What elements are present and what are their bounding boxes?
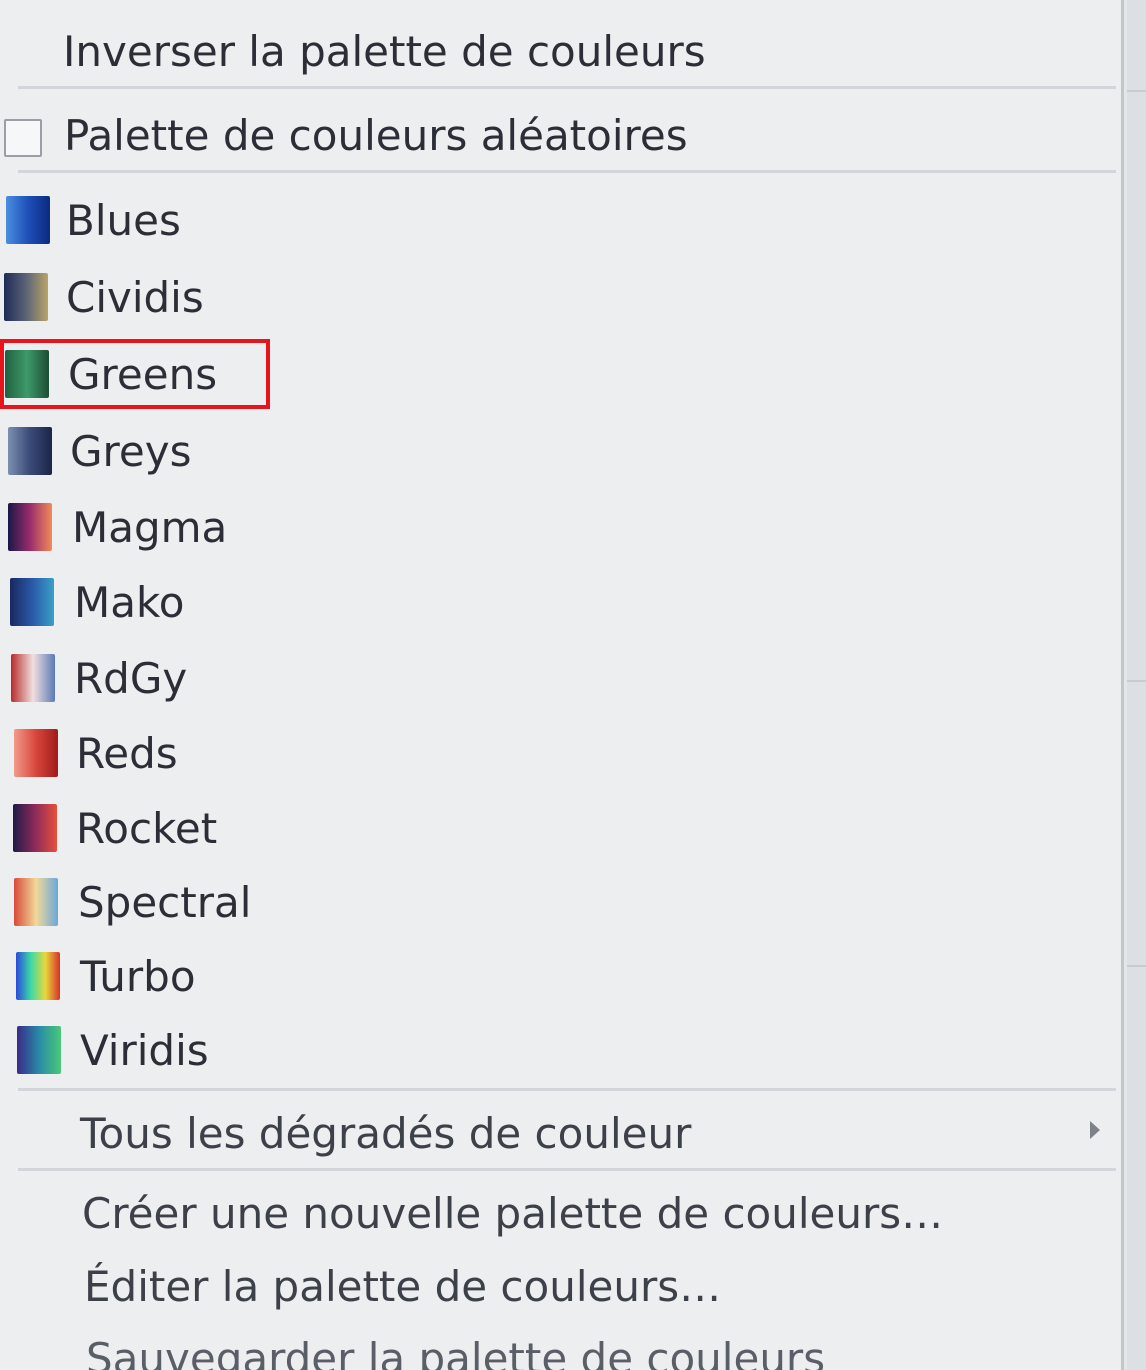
- turbo-swatch-icon: [16, 952, 60, 1000]
- greys-swatch-icon: [8, 427, 52, 475]
- edge-tick: [1127, 680, 1146, 682]
- palette-label: Spectral: [78, 878, 252, 927]
- palette-label: RdGy: [74, 654, 188, 703]
- separator: [18, 1168, 1116, 1171]
- random-palette-label: Palette de couleurs aléatoires: [64, 111, 688, 160]
- palette-label: Greys: [70, 427, 192, 476]
- rocket-swatch-icon: [13, 804, 57, 852]
- edge-tick: [1127, 90, 1146, 92]
- magma-swatch-icon: [8, 503, 52, 551]
- reds-swatch-icon: [14, 729, 58, 777]
- edit-palette-label: Éditer la palette de couleurs…: [84, 1262, 722, 1311]
- create-palette-label: Créer une nouvelle palette de couleurs…: [82, 1189, 944, 1238]
- palette-label: Mako: [74, 578, 185, 627]
- invert-palette-label: Inverser la palette de couleurs: [63, 27, 706, 76]
- submenu-arrow-icon: [1090, 1121, 1100, 1139]
- color-palette-menu: Inverser la palette de couleurs Palette …: [0, 0, 1124, 1370]
- edge-tick: [1127, 965, 1146, 967]
- blues-swatch-icon: [6, 196, 50, 244]
- cividis-swatch-icon: [4, 273, 48, 321]
- palette-label: Turbo: [80, 952, 196, 1001]
- save-palette-label: Sauvegarder la palette de couleurs: [86, 1334, 826, 1370]
- scroll-edge: [1127, 0, 1146, 1370]
- greens-highlight-box: [0, 339, 270, 409]
- mako-swatch-icon: [10, 578, 54, 626]
- palette-label: Blues: [66, 196, 181, 245]
- spectral-swatch-icon: [14, 878, 58, 926]
- separator: [18, 170, 1116, 173]
- random-palette-checkbox[interactable]: [4, 119, 42, 157]
- palette-label: Cividis: [66, 273, 204, 322]
- rdgy-swatch-icon: [11, 654, 55, 702]
- viridis-swatch-icon: [17, 1026, 61, 1074]
- separator: [18, 86, 1116, 89]
- palette-label: Viridis: [80, 1026, 209, 1075]
- separator: [18, 1088, 1116, 1091]
- all-gradients-label: Tous les dégradés de couleur: [80, 1109, 692, 1158]
- palette-label: Rocket: [76, 804, 218, 853]
- palette-label: Magma: [72, 503, 228, 552]
- palette-label: Reds: [76, 729, 178, 778]
